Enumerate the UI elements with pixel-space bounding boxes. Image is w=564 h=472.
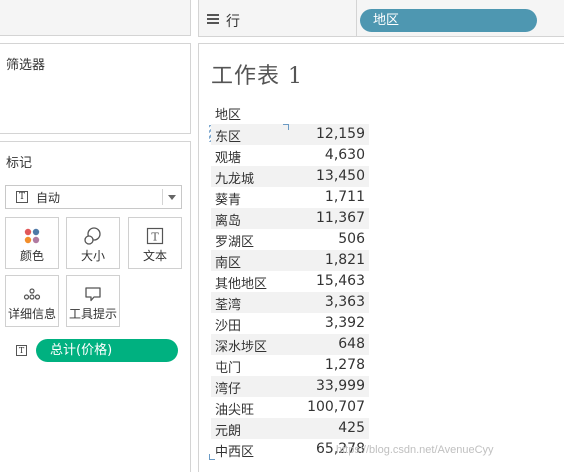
row-total-price: 11,367	[316, 210, 365, 226]
text-icon: T	[146, 227, 164, 245]
row-region-name: 东区	[215, 130, 242, 145]
row-region-name: 荃湾	[215, 298, 242, 313]
table-row[interactable]: 南区 1,821	[211, 250, 369, 271]
row-region-name: 油尖旺	[215, 403, 255, 418]
rows-shelf-label: 行	[226, 14, 240, 30]
selection-corner	[209, 454, 215, 460]
worksheet-view: 工作表 1 地区 东区 12,159 观塘 4,630 九龙城 13,450 葵青 1,711…	[198, 43, 564, 472]
tableau-workspace: 筛选器 标记 T 自动 颜色 大小 T 文本 详细信息 工具提示 T 总计(价格…	[0, 0, 564, 472]
table-row[interactable]: 东区 12,159	[211, 124, 369, 145]
size-button[interactable]: 大小	[66, 217, 120, 269]
row-region-name: 葵青	[215, 193, 242, 208]
row-total-price: 15,463	[316, 273, 365, 289]
sheet-title: 工作表 1	[211, 64, 303, 89]
text-mark-icon: T	[16, 191, 28, 203]
text-button[interactable]: T 文本	[128, 217, 182, 269]
row-total-price: 3,363	[324, 294, 365, 310]
text-button-label: 文本	[142, 249, 167, 263]
size-circles-icon	[84, 227, 101, 245]
svg-text:T: T	[151, 231, 159, 244]
table-row[interactable]: 九龙城 13,450	[211, 166, 369, 187]
tooltip-button[interactable]: 工具提示	[66, 275, 120, 327]
chevron-down-icon	[168, 195, 176, 200]
row-total-price: 4,630	[324, 147, 365, 163]
color-button-label: 颜色	[19, 249, 44, 263]
row-region-name: 九龙城	[215, 172, 255, 187]
column-header[interactable]: 地区	[215, 104, 241, 123]
row-total-price: 1,278	[324, 357, 365, 373]
row-region-name: 中西区	[215, 445, 255, 460]
row-region-name: 南区	[215, 256, 242, 271]
dropdown-separator	[162, 189, 163, 205]
row-region-name: 观塘	[215, 151, 242, 166]
color-button[interactable]: 颜色	[5, 217, 59, 269]
tooltip-button-label: 工具提示	[68, 307, 117, 321]
row-total-price: 1,711	[324, 189, 365, 205]
text-encoding-icon[interactable]: T	[16, 345, 27, 356]
measure-pill[interactable]: 总计(价格)	[36, 339, 178, 362]
shelf-divider	[356, 0, 357, 37]
row-total-price: 648	[338, 336, 365, 352]
watermark: https://blog.csdn.net/AvenueCyy	[336, 444, 494, 456]
size-button-label: 大小	[80, 249, 105, 263]
detail-button-label: 详细信息	[7, 307, 56, 321]
table-row[interactable]: 湾仔 33,999	[211, 376, 369, 397]
table-row[interactable]: 油尖旺 100,707	[211, 397, 369, 418]
filters-panel[interactable]: 筛选器	[0, 43, 191, 134]
detail-dots-icon	[23, 288, 41, 300]
marks-panel: 标记 T 自动 颜色 大小 T 文本 详细信息 工具提示 T 总计(价格)	[0, 141, 191, 472]
marks-card-field: T 总计(价格)	[12, 339, 182, 363]
row-region-name: 罗湖区	[215, 235, 255, 250]
row-total-price: 100,707	[307, 399, 365, 415]
row-region-name: 离岛	[215, 214, 242, 229]
mark-type-dropdown[interactable]: T 自动	[5, 185, 182, 209]
table-row[interactable]: 沙田 3,392	[211, 313, 369, 334]
row-region-name: 深水埗区	[215, 340, 268, 355]
table-row[interactable]: 荃湾 3,363	[211, 292, 369, 313]
table-row[interactable]: 观塘 4,630	[211, 145, 369, 166]
row-total-price: 1,821	[324, 252, 365, 268]
tooltip-icon	[85, 287, 101, 302]
table-row[interactable]: 深水埗区 648	[211, 334, 369, 355]
text-table: 东区 12,159 观塘 4,630 九龙城 13,450 葵青 1,711 离岛 11,367 罗…	[211, 124, 369, 460]
row-total-price: 33,999	[316, 378, 365, 394]
detail-button[interactable]: 详细信息	[5, 275, 59, 327]
row-total-price: 3,392	[324, 315, 365, 331]
row-total-price: 506	[338, 231, 365, 247]
row-region-name: 湾仔	[215, 382, 242, 397]
dimension-pill[interactable]: 地区	[360, 9, 537, 32]
table-row[interactable]: 元朗 425	[211, 418, 369, 439]
row-region-name: 屯门	[215, 361, 242, 376]
table-row[interactable]: 其他地区 15,463	[211, 271, 369, 292]
rows-icon	[207, 14, 219, 24]
rows-shelf: 行 地区	[198, 0, 564, 37]
table-row[interactable]: 葵青 1,711	[211, 187, 369, 208]
row-region-name: 元朗	[215, 424, 242, 439]
row-total-price: 13,450	[316, 168, 365, 184]
pages-panel	[0, 0, 191, 36]
row-total-price: 12,159	[316, 126, 365, 142]
table-row[interactable]: 离岛 11,367	[211, 208, 369, 229]
selection-corner	[283, 124, 289, 130]
row-region-name: 沙田	[215, 319, 242, 334]
color-dots-icon	[24, 228, 40, 244]
row-region-name: 其他地区	[215, 277, 268, 292]
marks-title: 标记	[6, 156, 33, 171]
table-row[interactable]: 屯门 1,278	[211, 355, 369, 376]
row-total-price: 425	[338, 420, 365, 436]
table-row[interactable]: 罗湖区 506	[211, 229, 369, 250]
filters-title: 筛选器	[6, 58, 46, 73]
mark-type-label: 自动	[36, 190, 61, 205]
